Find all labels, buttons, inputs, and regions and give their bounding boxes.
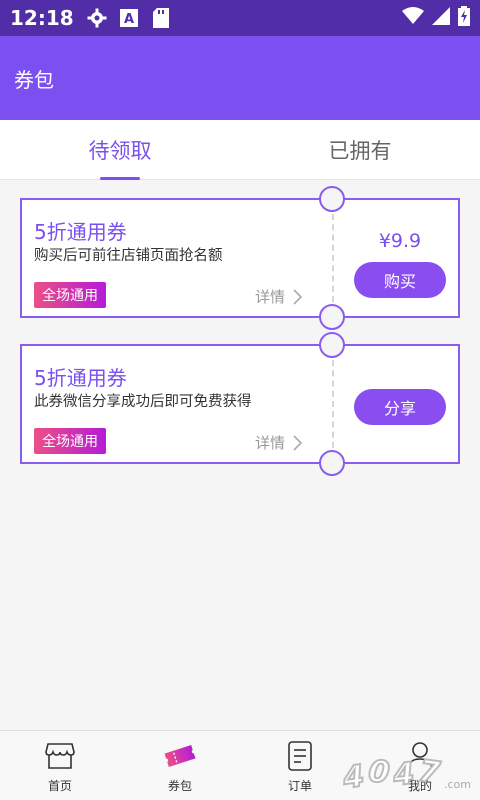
- svg-text:0: 0: [367, 754, 391, 791]
- page-title: 券包: [14, 67, 54, 92]
- svg-text:4: 4: [391, 756, 416, 793]
- gear-icon: [86, 7, 108, 29]
- detail-label: 详情: [254, 434, 285, 452]
- buy-button[interactable]: 购买: [354, 262, 446, 298]
- coupon-notch: [319, 186, 345, 212]
- app-bar: 券包: [0, 36, 480, 120]
- share-button[interactable]: 分享: [354, 389, 446, 425]
- coupon-notch: [319, 450, 345, 476]
- tab-pending[interactable]: 待领取: [0, 120, 240, 180]
- sd-card-icon: [150, 7, 172, 29]
- font-a-icon: A: [118, 7, 140, 29]
- tab-label: 已拥有: [328, 139, 392, 163]
- detail-label: 详情: [254, 288, 285, 306]
- coupon-card: 5折通用券 此券微信分享成功后即可免费获得 全场通用 详情 分享: [20, 332, 460, 476]
- svg-text:7: 7: [416, 754, 442, 792]
- tab-label: 待领取: [88, 139, 152, 163]
- watermark-logo: 4 0 4 7 .com: [339, 742, 480, 798]
- nav-item-coupons[interactable]: 券包: [120, 731, 240, 800]
- coupon-price: ¥9.9: [378, 230, 422, 252]
- status-time: 12:18: [10, 6, 74, 30]
- svg-text:4: 4: [340, 759, 366, 797]
- status-bar: 12:18 A: [0, 0, 480, 36]
- coupon-description: 购买后可前往店铺页面抢名额: [34, 248, 223, 264]
- coupon-divider: [332, 214, 334, 302]
- coupon-detail-link[interactable]: 详情: [255, 286, 302, 307]
- coupon-divider: [332, 360, 334, 448]
- coupon-description: 此券微信分享成功后即可免费获得: [34, 394, 252, 410]
- nav-item-home[interactable]: 首页: [0, 731, 120, 800]
- chevron-right-icon: [293, 434, 302, 451]
- coupon-detail-link[interactable]: 详情: [255, 432, 302, 453]
- tab-owned[interactable]: 已拥有: [240, 120, 480, 180]
- svg-text:A: A: [124, 12, 134, 27]
- coupon-notch: [319, 332, 345, 358]
- nav-label: 首页: [47, 778, 72, 793]
- tab-indicator: [100, 177, 140, 180]
- coupon-title: 5折通用券: [34, 220, 127, 244]
- chevron-right-icon: [293, 288, 302, 305]
- coupon-title: 5折通用券: [34, 366, 127, 390]
- ticket-icon: [163, 739, 197, 773]
- tab-bar: 待领取 已拥有: [0, 120, 480, 180]
- coupon-tag: 全场通用: [34, 282, 106, 308]
- svg-text:.com: .com: [444, 778, 471, 791]
- coupon-card: 5折通用券 购买后可前往店铺页面抢名额 全场通用 详情 ¥9.9 购买: [20, 186, 460, 330]
- coupon-notch: [319, 304, 345, 330]
- order-icon: [283, 739, 317, 773]
- nav-label: 券包: [167, 778, 192, 793]
- store-icon: [43, 739, 77, 773]
- signal-icon: [432, 7, 450, 29]
- wifi-icon: [402, 7, 424, 29]
- coupon-tag: 全场通用: [34, 428, 106, 454]
- nav-label: 订单: [287, 778, 312, 793]
- battery-charging-icon: [458, 6, 470, 30]
